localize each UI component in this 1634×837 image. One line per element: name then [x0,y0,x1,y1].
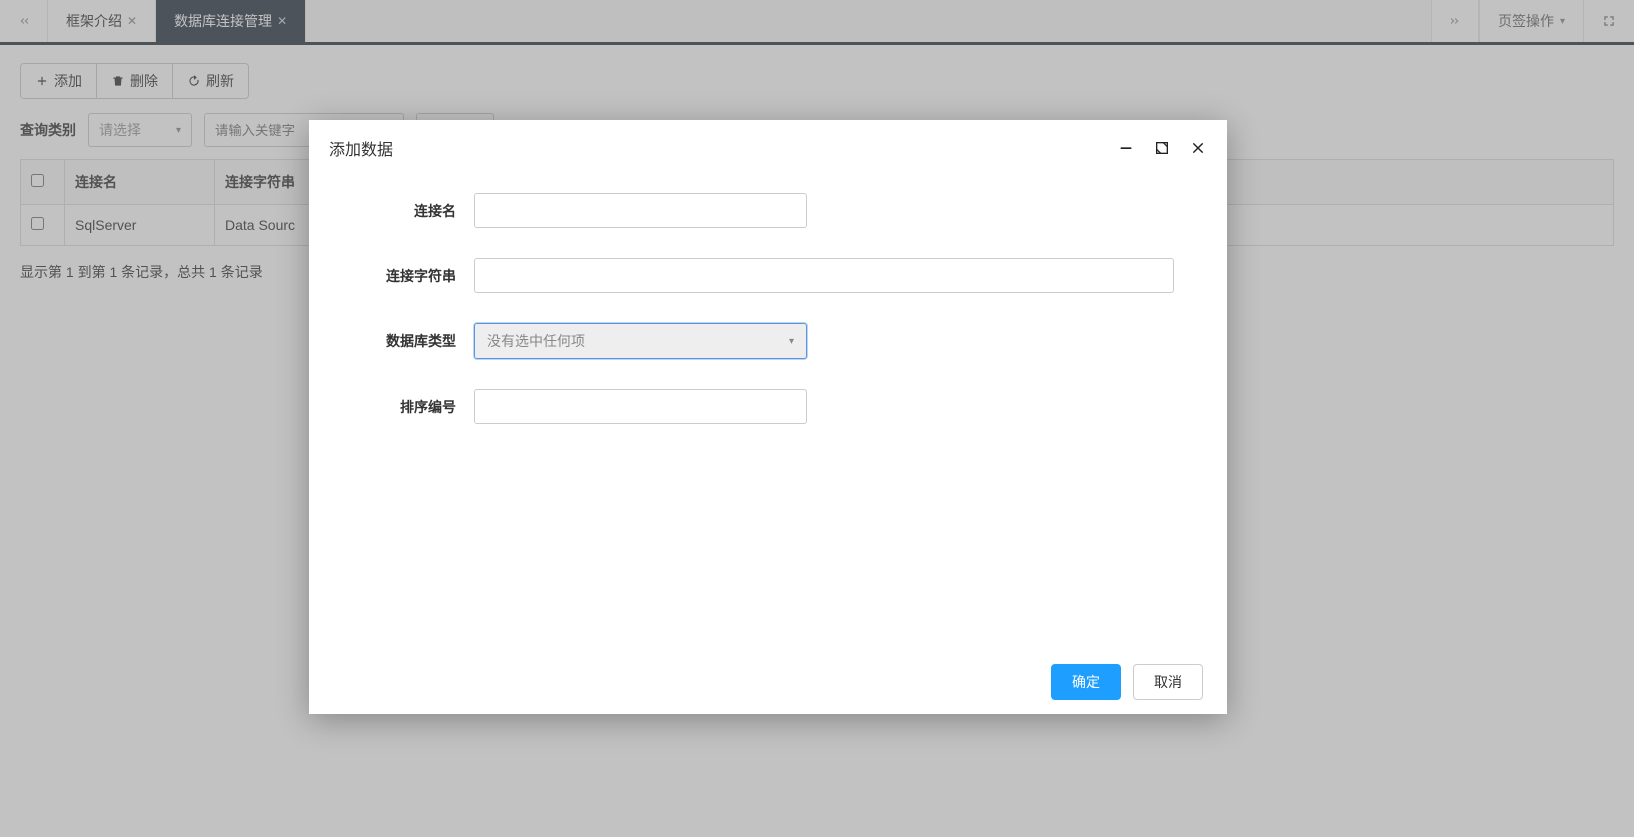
sort-number-input[interactable] [474,389,807,424]
minimize-icon [1118,140,1134,156]
select-placeholder: 没有选中任何项 [487,331,585,351]
cancel-button[interactable]: 取消 [1133,664,1203,700]
modal-close-button[interactable] [1189,139,1207,157]
close-icon [1190,140,1206,156]
modal-minimize-button[interactable] [1117,139,1135,157]
modal-header: 添加数据 [309,120,1227,175]
database-type-select[interactable]: 没有选中任何项 ▾ [474,323,807,359]
connection-string-input[interactable] [474,258,1174,293]
add-data-modal: 添加数据 连接名 连接字符串 数据库类型 没有选中任何项 ▾ [309,120,1227,714]
connection-name-input[interactable] [474,193,807,228]
modal-maximize-button[interactable] [1153,139,1171,157]
field-label-name: 连接名 [359,201,474,221]
modal-footer: 确定 取消 [309,650,1227,714]
maximize-icon [1154,140,1170,156]
cancel-button-label: 取消 [1154,672,1182,692]
field-label-dbtype: 数据库类型 [359,331,474,351]
modal-body: 连接名 连接字符串 数据库类型 没有选中任何项 ▾ 排序编号 [309,175,1227,650]
modal-title: 添加数据 [329,136,393,160]
field-label-connstr: 连接字符串 [359,266,474,286]
ok-button[interactable]: 确定 [1051,664,1121,700]
field-label-sort: 排序编号 [359,397,474,417]
ok-button-label: 确定 [1072,672,1100,692]
chevron-down-icon: ▾ [789,336,794,347]
